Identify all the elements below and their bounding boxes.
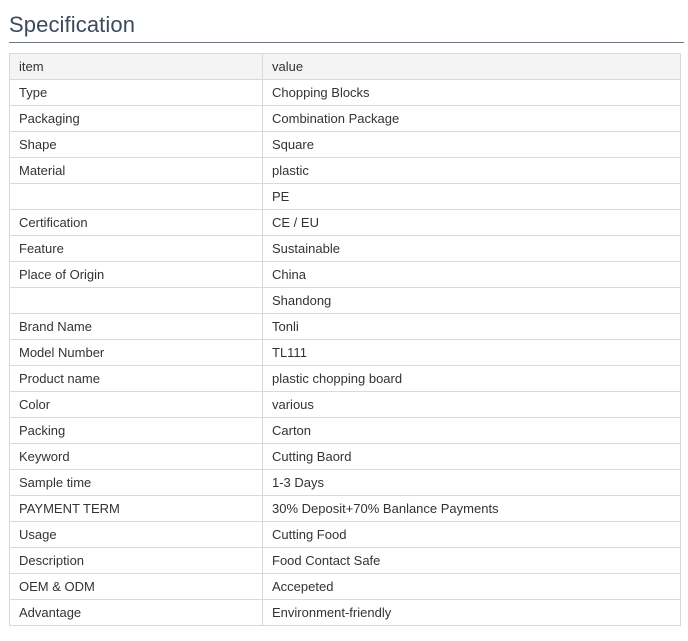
table-row: Keyword Cutting Baord (9, 443, 681, 470)
table-row: Sample time 1-3 Days (9, 469, 681, 496)
row-item-cell: Certification (9, 209, 263, 236)
row-value-cell: Accepeted (262, 573, 681, 600)
table-row: Brand Name Tonli (9, 313, 681, 340)
row-value-cell: 30% Deposit+70% Banlance Payments (262, 495, 681, 522)
table-row: Description Food Contact Safe (9, 547, 681, 574)
row-value-cell: various (262, 391, 681, 418)
row-item-cell: Advantage (9, 599, 263, 626)
row-item-cell: Model Number (9, 339, 263, 366)
specification-table: item value Type Chopping Blocks Packaging C… (9, 53, 681, 626)
row-item-cell: Description (9, 547, 263, 574)
table-row: Packaging Combination Package (9, 105, 681, 132)
row-item-cell: Usage (9, 521, 263, 548)
table-row: Usage Cutting Food (9, 521, 681, 548)
row-value-cell: plastic (262, 157, 681, 184)
row-item-cell (9, 183, 263, 210)
row-value-cell: China (262, 261, 681, 288)
row-value-cell: Cutting Baord (262, 443, 681, 470)
table-row: Certification CE / EU (9, 209, 681, 236)
row-item-cell: Shape (9, 131, 263, 158)
row-value-cell: CE / EU (262, 209, 681, 236)
row-item-cell: Feature (9, 235, 263, 262)
table-row: OEM & ODM Accepeted (9, 573, 681, 600)
row-item-cell: OEM & ODM (9, 573, 263, 600)
table-row: Color various (9, 391, 681, 418)
table-row: Advantage Environment-friendly (9, 599, 681, 626)
row-value-cell: Shandong (262, 287, 681, 314)
table-row: Material plastic (9, 157, 681, 184)
row-value-cell: Cutting Food (262, 521, 681, 548)
title-divider (9, 42, 684, 43)
table-row: Shape Square (9, 131, 681, 158)
row-item-cell: Color (9, 391, 263, 418)
table-row: Product name plastic chopping board (9, 365, 681, 392)
section-title: Specification (9, 12, 136, 37)
row-value-cell: Food Contact Safe (262, 547, 681, 574)
row-item-cell: Product name (9, 365, 263, 392)
row-item-cell: Packing (9, 417, 263, 444)
row-value-cell: Chopping Blocks (262, 79, 681, 106)
table-row: Packing Carton (9, 417, 681, 444)
row-value-cell: PE (262, 183, 681, 210)
row-item-cell: Place of Origin (9, 261, 263, 288)
row-value-cell: Environment-friendly (262, 599, 681, 626)
table-header-row: item value (9, 53, 681, 80)
table-row: PAYMENT TERM 30% Deposit+70% Banlance Pay… (9, 495, 681, 522)
specification-table-body: item value Type Chopping Blocks Packaging C… (9, 53, 681, 626)
row-item-cell: Material (9, 157, 263, 184)
table-row: Type Chopping Blocks (9, 79, 681, 106)
row-value-cell: Sustainable (262, 235, 681, 262)
row-value-cell: plastic chopping board (262, 365, 681, 392)
header-value-cell: value (262, 53, 681, 80)
row-value-cell: 1-3 Days (262, 469, 681, 496)
header-item-cell: item (9, 53, 263, 80)
table-row: Model Number TL111 (9, 339, 681, 366)
row-item-cell: Keyword (9, 443, 263, 470)
table-row: Feature Sustainable (9, 235, 681, 262)
row-item-cell: PAYMENT TERM (9, 495, 263, 522)
row-value-cell: Carton (262, 417, 681, 444)
row-item-cell (9, 287, 263, 314)
row-value-cell: Square (262, 131, 681, 158)
row-item-cell: Brand Name (9, 313, 263, 340)
row-item-cell: Packaging (9, 105, 263, 132)
table-row: Place of Origin China (9, 261, 681, 288)
table-row: PE (9, 183, 681, 210)
row-value-cell: Combination Package (262, 105, 681, 132)
row-item-cell: Type (9, 79, 263, 106)
row-value-cell: TL111 (262, 339, 681, 366)
row-item-cell: Sample time (9, 469, 263, 496)
row-value-cell: Tonli (262, 313, 681, 340)
table-row: Shandong (9, 287, 681, 314)
